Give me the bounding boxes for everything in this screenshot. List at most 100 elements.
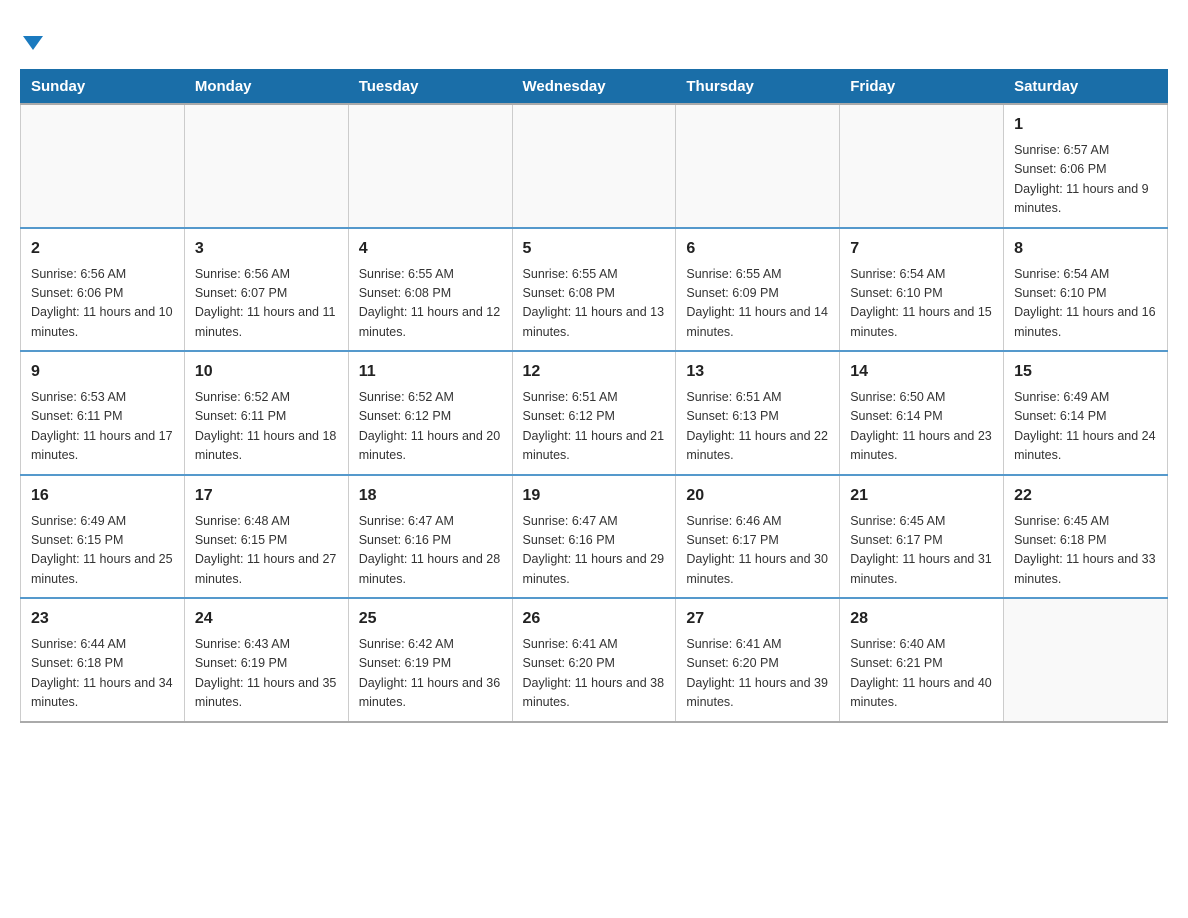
logo-triangle-icon bbox=[23, 36, 43, 50]
calendar-cell: 12 Sunrise: 6:51 AMSunset: 6:12 PMDayligh… bbox=[512, 351, 676, 475]
day-info: Sunrise: 6:41 AMSunset: 6:20 PMDaylight:… bbox=[686, 635, 829, 713]
day-info: Sunrise: 6:55 AMSunset: 6:08 PMDaylight:… bbox=[523, 265, 666, 343]
day-info: Sunrise: 6:51 AMSunset: 6:12 PMDaylight:… bbox=[523, 388, 666, 466]
calendar-cell: 26 Sunrise: 6:41 AMSunset: 6:20 PMDayligh… bbox=[512, 598, 676, 722]
header-sunday: Sunday bbox=[21, 70, 185, 105]
day-number: 9 bbox=[31, 360, 174, 384]
header-tuesday: Tuesday bbox=[348, 70, 512, 105]
day-info: Sunrise: 6:47 AMSunset: 6:16 PMDaylight:… bbox=[359, 512, 502, 590]
calendar-cell: 5 Sunrise: 6:55 AMSunset: 6:08 PMDaylight… bbox=[512, 228, 676, 352]
calendar-week-4: 16 Sunrise: 6:49 AMSunset: 6:15 PMDayligh… bbox=[21, 475, 1168, 599]
calendar-cell: 6Sunrise: 6:55 AMSunset: 6:09 PMDaylight… bbox=[676, 228, 840, 352]
day-info: Sunrise: 6:40 AMSunset: 6:21 PMDaylight:… bbox=[850, 635, 993, 713]
day-number: 11 bbox=[359, 360, 502, 384]
day-number: 6 bbox=[686, 237, 829, 261]
calendar-cell: 14 Sunrise: 6:50 AMSunset: 6:14 PMDayligh… bbox=[840, 351, 1004, 475]
day-number: 12 bbox=[523, 360, 666, 384]
day-number: 1 bbox=[1014, 113, 1157, 137]
day-number: 27 bbox=[686, 607, 829, 631]
calendar-cell: 11 Sunrise: 6:52 AMSunset: 6:12 PMDayligh… bbox=[348, 351, 512, 475]
day-info: Sunrise: 6:45 AMSunset: 6:17 PMDaylight:… bbox=[850, 512, 993, 590]
day-number: 26 bbox=[523, 607, 666, 631]
day-info: Sunrise: 6:45 AMSunset: 6:18 PMDaylight:… bbox=[1014, 512, 1157, 590]
calendar-cell bbox=[348, 104, 512, 228]
day-number: 8 bbox=[1014, 237, 1157, 261]
day-number: 16 bbox=[31, 484, 174, 508]
day-info: Sunrise: 6:55 AMSunset: 6:08 PMDaylight:… bbox=[359, 265, 502, 343]
calendar-cell: 20 Sunrise: 6:46 AMSunset: 6:17 PMDayligh… bbox=[676, 475, 840, 599]
header-thursday: Thursday bbox=[676, 70, 840, 105]
calendar-cell bbox=[184, 104, 348, 228]
calendar-cell: 8 Sunrise: 6:54 AMSunset: 6:10 PMDaylight… bbox=[1004, 228, 1168, 352]
calendar-cell: 9 Sunrise: 6:53 AMSunset: 6:11 PMDaylight… bbox=[21, 351, 185, 475]
calendar-cell: 21 Sunrise: 6:45 AMSunset: 6:17 PMDayligh… bbox=[840, 475, 1004, 599]
day-info: Sunrise: 6:56 AMSunset: 6:06 PMDaylight:… bbox=[31, 265, 174, 343]
calendar-cell: 4 Sunrise: 6:55 AMSunset: 6:08 PMDaylight… bbox=[348, 228, 512, 352]
page-header bbox=[20, 20, 1168, 59]
calendar-cell: 17 Sunrise: 6:48 AMSunset: 6:15 PMDayligh… bbox=[184, 475, 348, 599]
day-info: Sunrise: 6:41 AMSunset: 6:20 PMDaylight:… bbox=[523, 635, 666, 713]
calendar-cell: 2 Sunrise: 6:56 AMSunset: 6:06 PMDaylight… bbox=[21, 228, 185, 352]
calendar-cell: 3 Sunrise: 6:56 AMSunset: 6:07 PMDaylight… bbox=[184, 228, 348, 352]
day-number: 3 bbox=[195, 237, 338, 261]
calendar-cell: 16 Sunrise: 6:49 AMSunset: 6:15 PMDayligh… bbox=[21, 475, 185, 599]
day-number: 5 bbox=[523, 237, 666, 261]
day-number: 14 bbox=[850, 360, 993, 384]
day-number: 21 bbox=[850, 484, 993, 508]
day-info: Sunrise: 6:50 AMSunset: 6:14 PMDaylight:… bbox=[850, 388, 993, 466]
calendar-cell bbox=[512, 104, 676, 228]
day-info: Sunrise: 6:54 AMSunset: 6:10 PMDaylight:… bbox=[1014, 265, 1157, 343]
header-wednesday: Wednesday bbox=[512, 70, 676, 105]
calendar-header-row: SundayMondayTuesdayWednesdayThursdayFrid… bbox=[21, 70, 1168, 105]
calendar-cell: 25 Sunrise: 6:42 AMSunset: 6:19 PMDayligh… bbox=[348, 598, 512, 722]
calendar-week-1: 1 Sunrise: 6:57 AMSunset: 6:06 PMDaylight… bbox=[21, 104, 1168, 228]
day-number: 17 bbox=[195, 484, 338, 508]
day-info: Sunrise: 6:57 AMSunset: 6:06 PMDaylight:… bbox=[1014, 141, 1157, 219]
calendar-week-3: 9 Sunrise: 6:53 AMSunset: 6:11 PMDaylight… bbox=[21, 351, 1168, 475]
day-info: Sunrise: 6:52 AMSunset: 6:12 PMDaylight:… bbox=[359, 388, 502, 466]
day-info: Sunrise: 6:47 AMSunset: 6:16 PMDaylight:… bbox=[523, 512, 666, 590]
day-number: 24 bbox=[195, 607, 338, 631]
day-number: 18 bbox=[359, 484, 502, 508]
calendar-cell: 28 Sunrise: 6:40 AMSunset: 6:21 PMDayligh… bbox=[840, 598, 1004, 722]
calendar-cell: 22Sunrise: 6:45 AMSunset: 6:18 PMDayligh… bbox=[1004, 475, 1168, 599]
calendar-cell: 13 Sunrise: 6:51 AMSunset: 6:13 PMDayligh… bbox=[676, 351, 840, 475]
day-number: 23 bbox=[31, 607, 174, 631]
calendar-table: SundayMondayTuesdayWednesdayThursdayFrid… bbox=[20, 69, 1168, 723]
calendar-cell bbox=[21, 104, 185, 228]
day-info: Sunrise: 6:48 AMSunset: 6:15 PMDaylight:… bbox=[195, 512, 338, 590]
day-info: Sunrise: 6:49 AMSunset: 6:14 PMDaylight:… bbox=[1014, 388, 1157, 466]
day-info: Sunrise: 6:52 AMSunset: 6:11 PMDaylight:… bbox=[195, 388, 338, 466]
day-number: 4 bbox=[359, 237, 502, 261]
logo-general-text bbox=[20, 25, 43, 59]
header-saturday: Saturday bbox=[1004, 70, 1168, 105]
day-number: 7 bbox=[850, 237, 993, 261]
logo bbox=[20, 20, 43, 59]
calendar-cell: 23 Sunrise: 6:44 AMSunset: 6:18 PMDayligh… bbox=[21, 598, 185, 722]
day-info: Sunrise: 6:42 AMSunset: 6:19 PMDaylight:… bbox=[359, 635, 502, 713]
calendar-week-5: 23 Sunrise: 6:44 AMSunset: 6:18 PMDayligh… bbox=[21, 598, 1168, 722]
calendar-cell: 27 Sunrise: 6:41 AMSunset: 6:20 PMDayligh… bbox=[676, 598, 840, 722]
calendar-cell: 1 Sunrise: 6:57 AMSunset: 6:06 PMDaylight… bbox=[1004, 104, 1168, 228]
day-info: Sunrise: 6:54 AMSunset: 6:10 PMDaylight:… bbox=[850, 265, 993, 343]
day-info: Sunrise: 6:56 AMSunset: 6:07 PMDaylight:… bbox=[195, 265, 338, 343]
day-number: 20 bbox=[686, 484, 829, 508]
day-number: 19 bbox=[523, 484, 666, 508]
calendar-cell: 24Sunrise: 6:43 AMSunset: 6:19 PMDayligh… bbox=[184, 598, 348, 722]
day-info: Sunrise: 6:51 AMSunset: 6:13 PMDaylight:… bbox=[686, 388, 829, 466]
day-number: 28 bbox=[850, 607, 993, 631]
day-number: 10 bbox=[195, 360, 338, 384]
day-info: Sunrise: 6:53 AMSunset: 6:11 PMDaylight:… bbox=[31, 388, 174, 466]
day-info: Sunrise: 6:49 AMSunset: 6:15 PMDaylight:… bbox=[31, 512, 174, 590]
calendar-week-2: 2 Sunrise: 6:56 AMSunset: 6:06 PMDaylight… bbox=[21, 228, 1168, 352]
day-number: 2 bbox=[31, 237, 174, 261]
day-info: Sunrise: 6:44 AMSunset: 6:18 PMDaylight:… bbox=[31, 635, 174, 713]
day-number: 15 bbox=[1014, 360, 1157, 384]
day-info: Sunrise: 6:46 AMSunset: 6:17 PMDaylight:… bbox=[686, 512, 829, 590]
header-friday: Friday bbox=[840, 70, 1004, 105]
calendar-cell: 18 Sunrise: 6:47 AMSunset: 6:16 PMDayligh… bbox=[348, 475, 512, 599]
calendar-cell bbox=[1004, 598, 1168, 722]
day-number: 13 bbox=[686, 360, 829, 384]
day-number: 25 bbox=[359, 607, 502, 631]
calendar-cell: 15 Sunrise: 6:49 AMSunset: 6:14 PMDayligh… bbox=[1004, 351, 1168, 475]
